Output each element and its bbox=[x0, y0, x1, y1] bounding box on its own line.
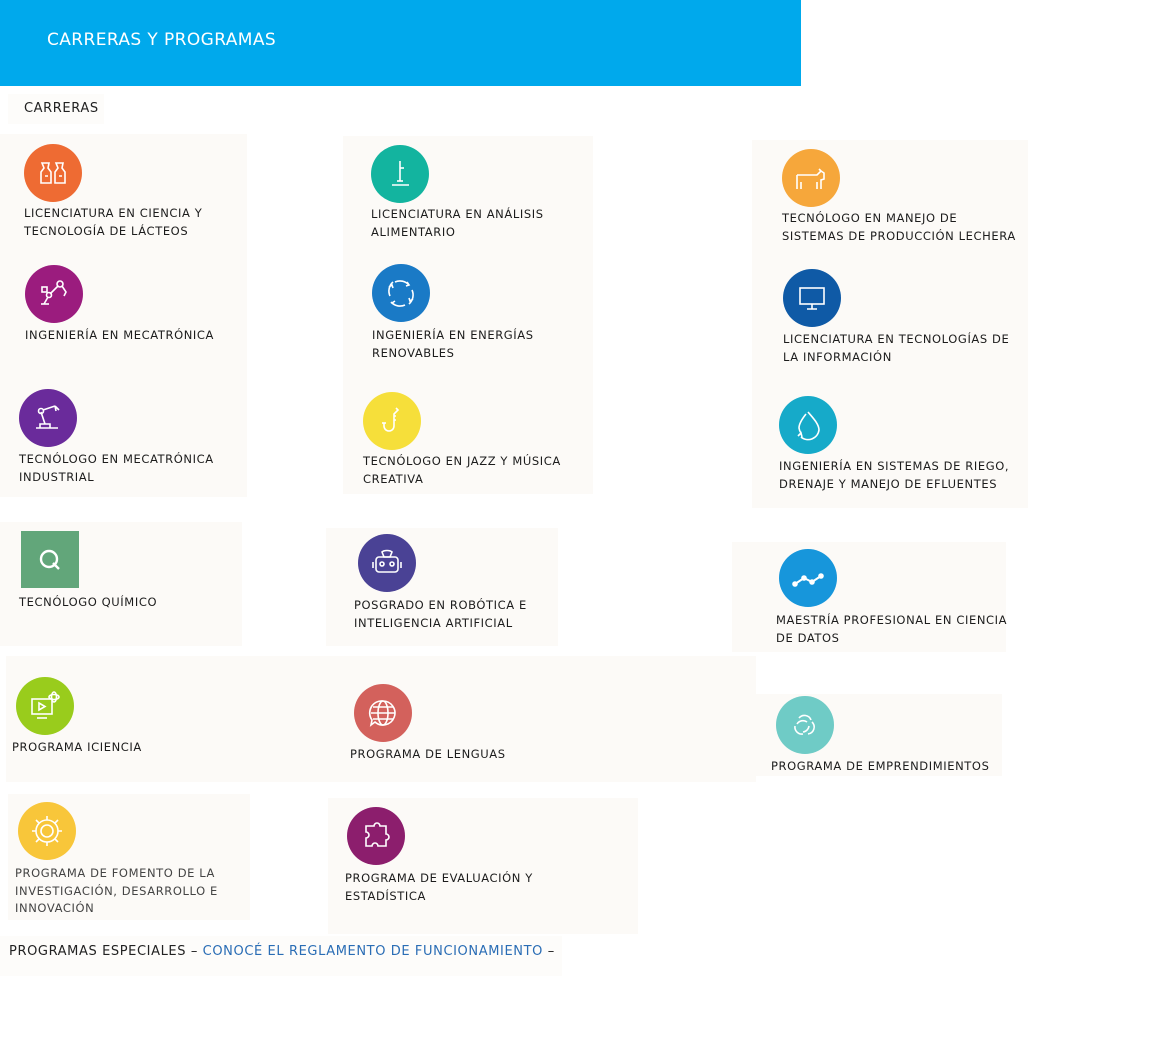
footer-line: PROGRAMAS ESPECIALES – CONOCÉ EL REGLAME… bbox=[9, 944, 555, 959]
program-label: TECNÓLOGO EN MECATRÓNICA INDUSTRIAL bbox=[19, 452, 214, 484]
video-atom-icon bbox=[16, 677, 74, 735]
program-label: PROGRAMA DE LENGUAS bbox=[350, 747, 506, 761]
q-letter-icon bbox=[21, 531, 79, 588]
program-label: PROGRAMA ICIENCIA bbox=[12, 740, 142, 754]
footer-suffix: – bbox=[547, 944, 555, 959]
industrial-arm-icon bbox=[19, 389, 77, 447]
dairy-bottles-icon bbox=[24, 144, 82, 202]
data-line-icon bbox=[779, 549, 837, 607]
robot-head-icon bbox=[358, 534, 416, 592]
renewable-cycle-icon bbox=[372, 264, 430, 322]
globe-chat-icon bbox=[354, 684, 412, 742]
gear-sun-icon bbox=[18, 802, 76, 860]
program-label: PROGRAMA DE FOMENTO DE LA INVESTIGACIÓN,… bbox=[15, 866, 218, 915]
robot-arm-icon bbox=[25, 265, 83, 323]
program-label: PROGRAMA DE EMPRENDIMIENTOS bbox=[771, 759, 990, 773]
program-label: INGENIERÍA EN ENERGÍAS RENOVABLES bbox=[372, 328, 534, 360]
saxophone-icon bbox=[363, 392, 421, 450]
microscope-icon bbox=[371, 145, 429, 203]
program-label: MAESTRÍA PROFESIONAL EN CIENCIA DE DATOS bbox=[776, 613, 1008, 645]
program-label: LICENCIATURA EN TECNOLOGÍAS DE LA INFORM… bbox=[783, 332, 1010, 364]
reglamento-link[interactable]: CONOCÉ EL REGLAMENTO DE FUNCIONAMIENTO bbox=[203, 944, 543, 959]
monitor-icon bbox=[783, 269, 841, 327]
program-label: INGENIERÍA EN SISTEMAS DE RIEGO, DRENAJE… bbox=[779, 459, 1010, 491]
program-label: TECNÓLOGO QUÍMICO bbox=[19, 595, 158, 609]
header-bar: CARRERAS Y PROGRAMAS bbox=[0, 0, 801, 86]
puzzle-icon bbox=[347, 807, 405, 865]
program-label: LICENCIATURA EN CIENCIA Y TECNOLOGÍA DE … bbox=[24, 206, 203, 238]
program-label: POSGRADO EN ROBÓTICA E INTELIGENCIA ARTI… bbox=[354, 598, 527, 630]
cow-icon bbox=[782, 149, 840, 207]
footer-prefix: PROGRAMAS ESPECIALES – bbox=[9, 944, 198, 959]
section-label-carreras: CARRERAS bbox=[8, 94, 104, 124]
page-title: CARRERAS Y PROGRAMAS bbox=[47, 30, 277, 50]
water-drop-cycle-icon bbox=[779, 396, 837, 454]
program-label: TECNÓLOGO EN MANEJO DE SISTEMAS DE PRODU… bbox=[782, 211, 1016, 243]
program-label: INGENIERÍA EN MECATRÓNICA bbox=[25, 328, 215, 342]
program-label: PROGRAMA DE EVALUACIÓN Y ESTADÍSTICA bbox=[345, 871, 533, 903]
program-label: LICENCIATURA EN ANÁLISIS ALIMENTARIO bbox=[371, 207, 544, 239]
interlock-icon bbox=[776, 696, 834, 754]
program-label: TECNÓLOGO EN JAZZ Y MÚSICA CREATIVA bbox=[363, 454, 561, 486]
